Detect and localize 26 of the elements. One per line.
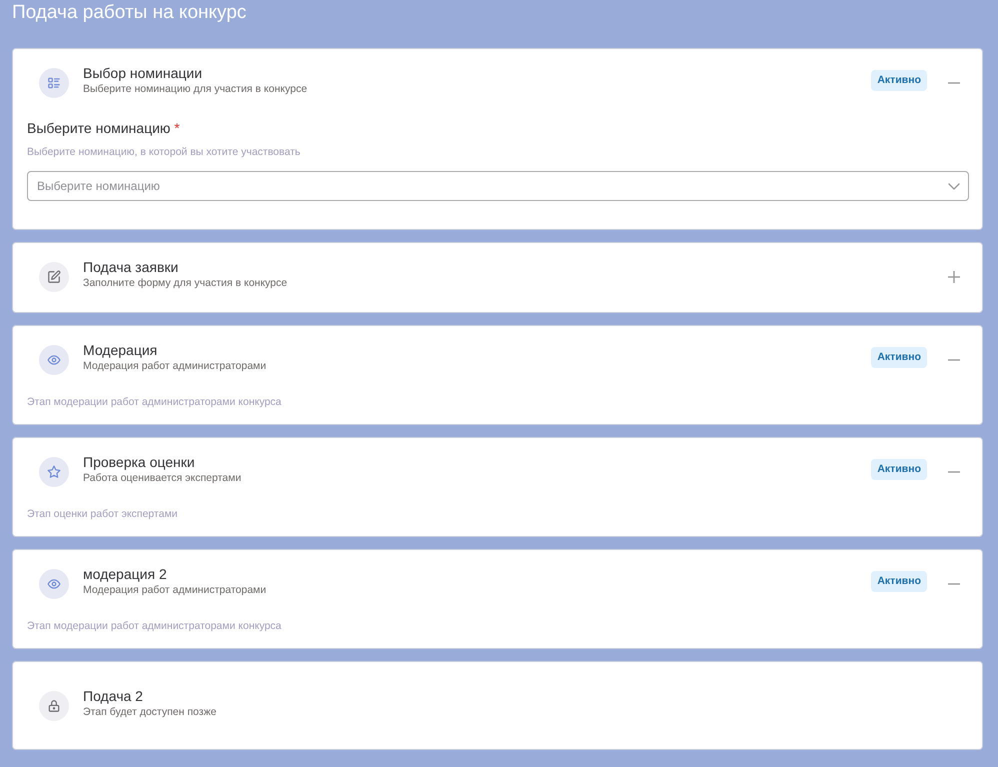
field-hint: Выберите номинацию, в которой вы хотите участвовать bbox=[27, 145, 300, 159]
field-label: Выберите номинацию * bbox=[27, 119, 180, 137]
stage-title: Проверка оценки bbox=[83, 453, 195, 471]
stage-title: Подача заявки bbox=[83, 258, 178, 276]
stage-description: Этап оценки работ экспертами bbox=[27, 507, 178, 521]
stage-title: Подача 2 bbox=[83, 687, 143, 705]
stage-subtitle: Этап будет доступен позже bbox=[83, 705, 216, 719]
status-badge: Активно bbox=[871, 459, 927, 480]
status-badge: Активно bbox=[871, 347, 927, 368]
stage-subtitle: Модерация работ администраторами bbox=[83, 583, 266, 597]
plus-icon bbox=[948, 271, 960, 283]
expand-button[interactable] bbox=[948, 271, 960, 283]
stage-title: модерация 2 bbox=[83, 565, 167, 583]
stage-title: Модерация bbox=[83, 341, 158, 359]
stage-description: Этап модерации работ администраторами конкурса bbox=[27, 395, 282, 409]
status-badge: Активно bbox=[871, 571, 927, 592]
page-title: Подача работы на конкурс bbox=[12, 1, 246, 25]
stage-title: Выбор номинации bbox=[83, 64, 202, 82]
stage-subtitle: Модерация работ администраторами bbox=[83, 359, 266, 373]
stage-description: Этап модерации работ администраторами конкурса bbox=[27, 619, 282, 633]
stage-subtitle: Заполните форму для участия в конкурсе bbox=[83, 276, 288, 290]
chevron-down-icon bbox=[948, 183, 960, 190]
stage-subtitle: Выберите номинацию для участия в конкурсе bbox=[83, 82, 308, 96]
stage-subtitle: Работа оценивается экспертами bbox=[83, 471, 242, 485]
status-badge: Активно bbox=[871, 70, 927, 91]
select-field[interactable]: Выберите номинацию bbox=[27, 171, 969, 201]
